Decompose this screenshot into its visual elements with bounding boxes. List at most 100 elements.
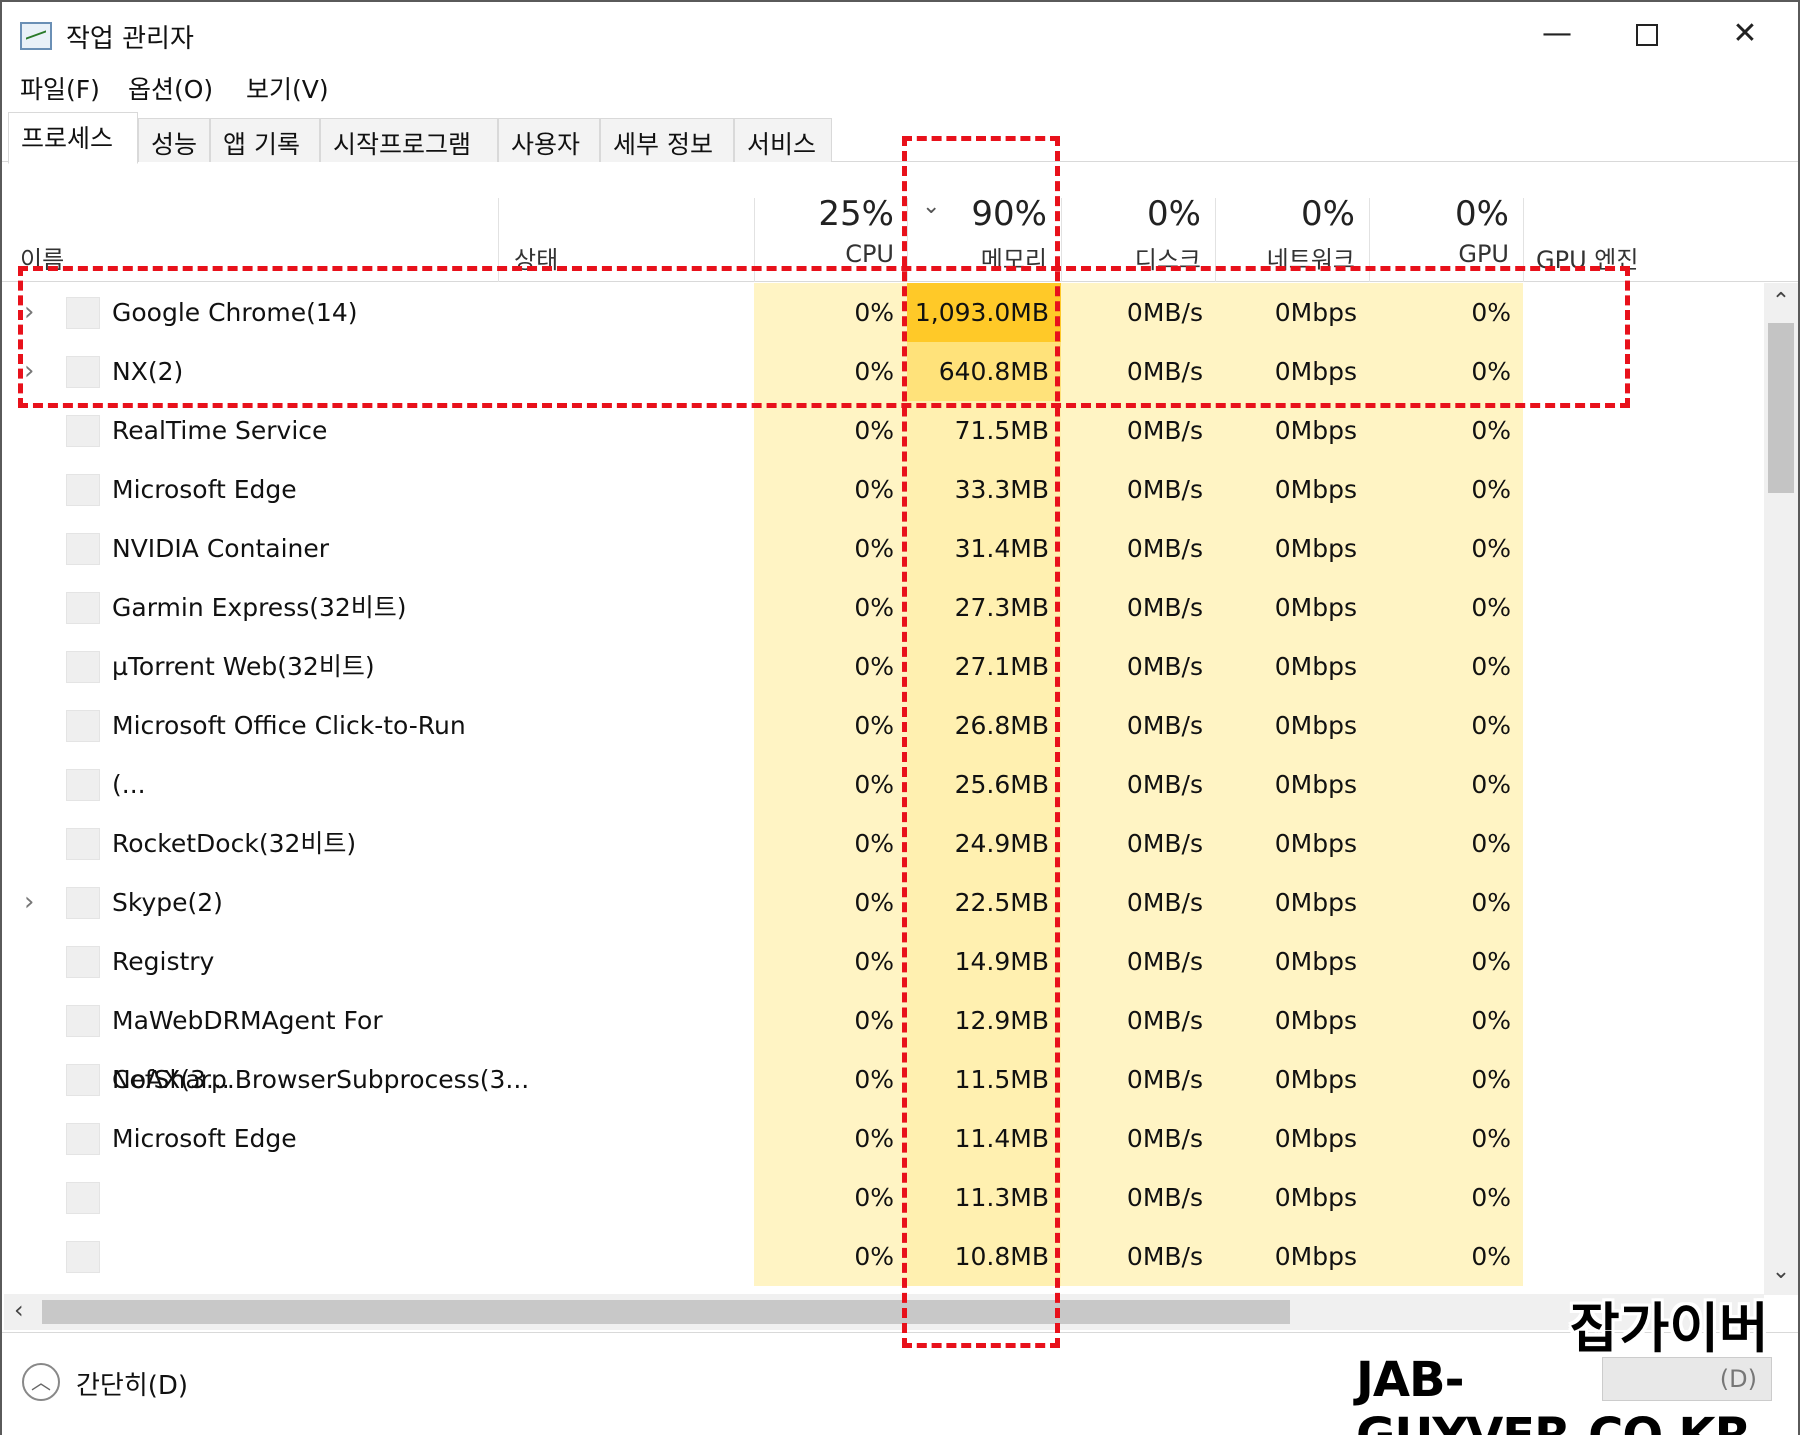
- process-disk: 0MB/s: [1126, 416, 1203, 445]
- menu-options[interactable]: 옵션(O): [128, 70, 213, 106]
- gpu-usage-total[interactable]: 0%: [1369, 194, 1509, 234]
- task-manager-icon: [20, 22, 52, 50]
- process-disk: 0MB/s: [1126, 534, 1203, 563]
- close-button[interactable]: ✕: [1700, 10, 1790, 58]
- horizontal-scroll-thumb[interactable]: [42, 1300, 1290, 1324]
- process-row[interactable]: µTorrent Web(32비트) 0% 27.1MB 0MB/s 0Mbps 0%: [2, 637, 1762, 696]
- vertical-scroll-thumb[interactable]: [1768, 323, 1794, 493]
- process-cpu: 0%: [854, 829, 894, 858]
- expand-chevron-icon[interactable]: ›: [24, 873, 34, 932]
- highlight-memory-column: [902, 136, 1060, 1348]
- network-usage-total[interactable]: 0%: [1215, 194, 1355, 234]
- process-gpu: 0%: [1471, 416, 1511, 445]
- process-disk: 0MB/s: [1126, 593, 1203, 622]
- menu-file[interactable]: 파일(F): [20, 70, 100, 106]
- disk-usage-total[interactable]: 0%: [1061, 194, 1201, 234]
- process-row[interactable]: Garmin Express(32비트) 0% 27.3MB 0MB/s 0Mbps 0%: [2, 578, 1762, 637]
- process-disk: 0MB/s: [1126, 829, 1203, 858]
- process-row[interactable]: Microsoft Office Click-to-Run (... 0% 26.8…: [2, 696, 1762, 799]
- process-name: NVIDIA Container: [112, 534, 330, 563]
- process-icon: [66, 415, 100, 447]
- scroll-left-icon[interactable]: ‹: [14, 1296, 24, 1324]
- horizontal-scrollbar[interactable]: ‹: [4, 1294, 1764, 1330]
- process-icon: [66, 651, 100, 683]
- vertical-scrollbar[interactable]: ⌃ ⌄: [1764, 283, 1798, 1295]
- process-gpu: 0%: [1471, 652, 1511, 681]
- process-icon: [66, 1005, 100, 1037]
- header-gpu[interactable]: GPU: [1369, 240, 1509, 268]
- process-network: 0Mbps: [1274, 1006, 1357, 1035]
- minimize-button[interactable]: —: [1512, 10, 1602, 58]
- process-disk: 0MB/s: [1126, 1006, 1203, 1035]
- process-network: 0Mbps: [1274, 534, 1357, 563]
- maximize-button[interactable]: [1602, 10, 1692, 58]
- cpu-usage-total[interactable]: 25%: [754, 194, 894, 234]
- process-gpu: 0%: [1471, 770, 1511, 799]
- scroll-down-icon[interactable]: ⌄: [1764, 1259, 1798, 1284]
- tab-details[interactable]: 세부 정보: [600, 118, 734, 162]
- process-name: Microsoft Edge: [112, 1124, 297, 1153]
- process-name: µTorrent Web(32비트): [112, 652, 375, 681]
- process-network: 0Mbps: [1274, 593, 1357, 622]
- process-name: Skype(2): [112, 888, 223, 917]
- process-cpu: 0%: [854, 1006, 894, 1035]
- process-icon: [66, 887, 100, 919]
- process-disk: 0MB/s: [1126, 888, 1203, 917]
- process-network: 0Mbps: [1274, 416, 1357, 445]
- process-icon: [66, 474, 100, 506]
- header-cpu[interactable]: CPU: [754, 240, 894, 268]
- process-icon: [66, 1241, 100, 1273]
- tab-services[interactable]: 서비스: [734, 118, 832, 162]
- process-row[interactable]: › Skype(2) 0% 22.5MB 0MB/s 0Mbps 0%: [2, 873, 1762, 932]
- process-row[interactable]: RealTime Service 0% 71.5MB 0MB/s 0Mbps 0%: [2, 401, 1762, 460]
- process-network: 0Mbps: [1274, 1065, 1357, 1094]
- process-gpu: 0%: [1471, 475, 1511, 504]
- process-cpu: 0%: [854, 534, 894, 563]
- process-icon: [66, 1182, 100, 1214]
- process-row[interactable]: Registry 0% 14.9MB 0MB/s 0Mbps 0%: [2, 932, 1762, 991]
- process-gpu: 0%: [1471, 593, 1511, 622]
- process-row[interactable]: 0% 11.3MB 0MB/s 0Mbps 0%: [2, 1168, 1762, 1227]
- fewer-details-link[interactable]: 간단히(D): [76, 1365, 188, 1402]
- menu-view[interactable]: 보기(V): [246, 70, 329, 106]
- process-cpu: 0%: [854, 1065, 894, 1094]
- process-row[interactable]: RocketDock(32비트) 0% 24.9MB 0MB/s 0Mbps 0%: [2, 814, 1762, 873]
- tab-startup[interactable]: 시작프로그램: [320, 118, 498, 162]
- process-gpu: 0%: [1471, 1065, 1511, 1094]
- process-cpu: 0%: [854, 711, 894, 740]
- process-gpu: 0%: [1471, 534, 1511, 563]
- process-cpu: 0%: [854, 416, 894, 445]
- process-icon: [66, 1123, 100, 1155]
- tab-users[interactable]: 사용자: [498, 118, 600, 162]
- process-row[interactable]: Microsoft Edge 0% 33.3MB 0MB/s 0Mbps 0%: [2, 460, 1762, 519]
- tab-app-history[interactable]: 앱 기록: [210, 118, 320, 162]
- process-network: 0Mbps: [1274, 770, 1357, 799]
- process-row[interactable]: Microsoft Edge 0% 11.4MB 0MB/s 0Mbps 0%: [2, 1109, 1762, 1168]
- process-row[interactable]: CefSharp.BrowserSubprocess(3... 0% 11.5MB 0…: [2, 1050, 1762, 1109]
- maximize-icon: [1636, 23, 1658, 46]
- column-headers: 이름 상태 25% CPU ⌄ 90% 메모리 0% 디스크 0% 네트워크 0…: [2, 162, 1798, 282]
- process-cpu: 0%: [854, 888, 894, 917]
- process-icon: [66, 946, 100, 978]
- tab-performance[interactable]: 성능: [138, 118, 210, 162]
- process-network: 0Mbps: [1274, 652, 1357, 681]
- chevron-up-circle-icon[interactable]: ︿: [22, 1363, 60, 1401]
- process-cpu: 0%: [854, 770, 894, 799]
- process-cpu: 0%: [854, 593, 894, 622]
- process-name: Microsoft Office Click-to-Run (...: [112, 711, 466, 799]
- scroll-up-icon[interactable]: ⌃: [1764, 289, 1798, 314]
- process-cpu: 0%: [854, 947, 894, 976]
- process-icon: [66, 533, 100, 565]
- watermark-english: JAB-GUYVER.CO.KR: [1356, 1352, 1752, 1435]
- process-name: Garmin Express(32비트): [112, 593, 407, 622]
- process-gpu: 0%: [1471, 1242, 1511, 1271]
- process-row[interactable]: NVIDIA Container 0% 31.4MB 0MB/s 0Mbps 0%: [2, 519, 1762, 578]
- tab-processes[interactable]: 프로세스: [8, 112, 138, 164]
- process-row[interactable]: 0% 10.8MB 0MB/s 0Mbps 0%: [2, 1227, 1762, 1286]
- process-network: 0Mbps: [1274, 1183, 1357, 1212]
- process-row[interactable]: 0% 25.6MB 0MB/s 0Mbps 0%: [2, 755, 1762, 814]
- process-disk: 0MB/s: [1126, 711, 1203, 740]
- process-row[interactable]: MaWebDRMAgent For NoAX(3... 0% 12.9MB 0MB/s…: [2, 991, 1762, 1094]
- process-network: 0Mbps: [1274, 888, 1357, 917]
- process-cpu: 0%: [854, 1124, 894, 1153]
